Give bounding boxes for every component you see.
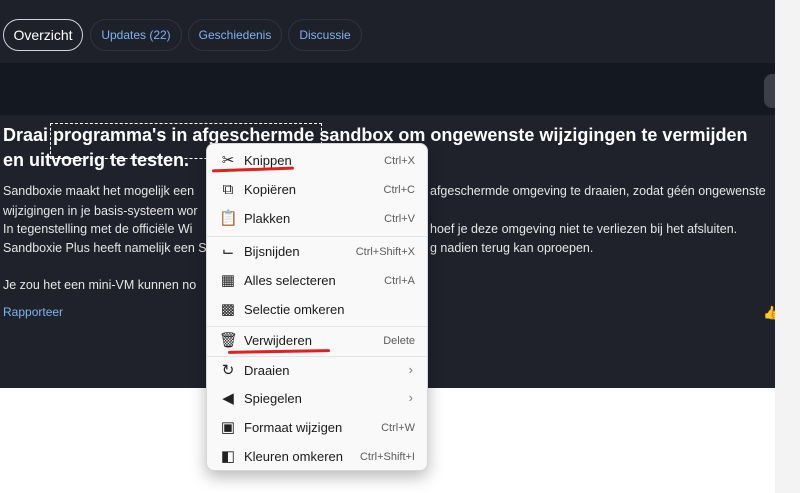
select-all-icon: ▦ bbox=[220, 272, 236, 289]
resize-icon: ▣ bbox=[220, 419, 236, 436]
chevron-right-icon: › bbox=[408, 390, 413, 405]
menu-item-label: Verwijderen bbox=[244, 333, 312, 348]
mirror-icon: ◀ bbox=[222, 390, 234, 407]
menu-item-shortcut: Ctrl+Shift+I bbox=[359, 451, 415, 463]
menu-item-kleuren-omkeren[interactable]: ◧ Kleuren omkeren Ctrl+Shift+I bbox=[211, 443, 423, 471]
paragraph-line-right: afgeschermde omgeving te draaien, zodat … bbox=[430, 184, 766, 198]
scrollbar-track[interactable] bbox=[775, 0, 800, 493]
tab-discussie[interactable]: Discussie bbox=[288, 19, 362, 51]
paragraph-line-right: hoef je deze omgeving niet te verliezen … bbox=[430, 222, 738, 236]
paragraph-line-right: g nadien terug kan oproepen. bbox=[430, 241, 594, 255]
context-menu: ✂ Knippen Ctrl+X ⧉ Kopiëren Ctrl+C 📋 Pla… bbox=[206, 143, 428, 471]
menu-item-label: Kopiëren bbox=[244, 182, 297, 197]
menu-item-shortcut: Delete bbox=[383, 335, 415, 347]
paste-icon: 📋 bbox=[219, 210, 238, 227]
menu-item-bijsnijden[interactable]: ⌙ Bijsnijden Ctrl+Shift+X bbox=[211, 238, 423, 266]
menu-item-shortcut: Ctrl+Shift+X bbox=[355, 246, 415, 258]
paragraph-line: Je zou het een mini-VM kunnen no bbox=[3, 278, 197, 292]
menu-item-kopieren[interactable]: ⧉ Kopiëren Ctrl+C bbox=[211, 176, 423, 204]
tab-bar: Overzicht Updates (22) Geschiedenis Disc… bbox=[0, 0, 775, 63]
menu-item-plakken[interactable]: 📋 Plakken Ctrl+V bbox=[211, 205, 423, 233]
header-band bbox=[0, 63, 775, 115]
menu-item-selectie-omkeren[interactable]: ▩ Selectie omkeren bbox=[211, 296, 423, 324]
paragraph-line: Sandboxie maakt het mogelijk een bbox=[3, 184, 195, 198]
menu-item-shortcut: Ctrl+A bbox=[384, 275, 415, 287]
menu-item-label: Bijsnijden bbox=[244, 244, 300, 259]
menu-item-shortcut: Ctrl+W bbox=[381, 422, 415, 434]
menu-item-label: Spiegelen bbox=[244, 391, 302, 406]
trash-icon: 🗑 bbox=[219, 332, 239, 349]
scissors-icon: ✂ bbox=[221, 152, 235, 169]
menu-item-shortcut: Ctrl+X bbox=[384, 155, 415, 167]
paragraph-line: In tegenstelling met de officiële Wi bbox=[3, 222, 193, 236]
menu-item-alles-selecteren[interactable]: ▦ Alles selecteren Ctrl+A bbox=[211, 267, 423, 295]
menu-item-formaat-wijzigen[interactable]: ▣ Formaat wijzigen Ctrl+W bbox=[211, 414, 423, 442]
chevron-right-icon: › bbox=[408, 362, 413, 377]
thumbs-up-icon[interactable]: 👍 bbox=[763, 305, 775, 321]
invert-colors-icon: ◧ bbox=[220, 448, 236, 465]
menu-item-label: Plakken bbox=[244, 211, 291, 226]
menu-item-label: Knippen bbox=[244, 153, 292, 168]
report-link[interactable]: Rapporteer bbox=[3, 305, 63, 319]
menu-item-label: Formaat wijzigen bbox=[244, 420, 343, 435]
tab-updates[interactable]: Updates (22) bbox=[90, 19, 182, 51]
tab-overzicht[interactable]: Overzicht bbox=[3, 19, 83, 51]
crop-icon: ⌙ bbox=[221, 243, 235, 260]
menu-item-label: Selectie omkeren bbox=[244, 302, 345, 317]
paragraph-line: Sandboxie Plus heeft namelijk een S bbox=[3, 241, 207, 255]
invert-selection-icon: ▩ bbox=[220, 301, 236, 318]
menu-item-shortcut: Ctrl+V bbox=[384, 213, 415, 225]
tab-geschiedenis[interactable]: Geschiedenis bbox=[188, 19, 282, 51]
rotate-icon: ↻ bbox=[221, 362, 235, 379]
menu-item-shortcut: Ctrl+C bbox=[383, 184, 415, 196]
menu-item-label: Draaien bbox=[244, 363, 290, 378]
paragraph-line: wijzigingen in je basis-systeem wor bbox=[3, 204, 198, 218]
menu-item-draaien[interactable]: ↻ Draaien › bbox=[211, 357, 423, 385]
menu-item-label: Alles selecteren bbox=[244, 273, 336, 288]
menu-item-label: Kleuren omkeren bbox=[244, 449, 343, 464]
menu-item-spiegelen[interactable]: ◀ Spiegelen › bbox=[211, 385, 423, 413]
copy-icon: ⧉ bbox=[222, 181, 234, 198]
menu-separator bbox=[207, 236, 427, 237]
